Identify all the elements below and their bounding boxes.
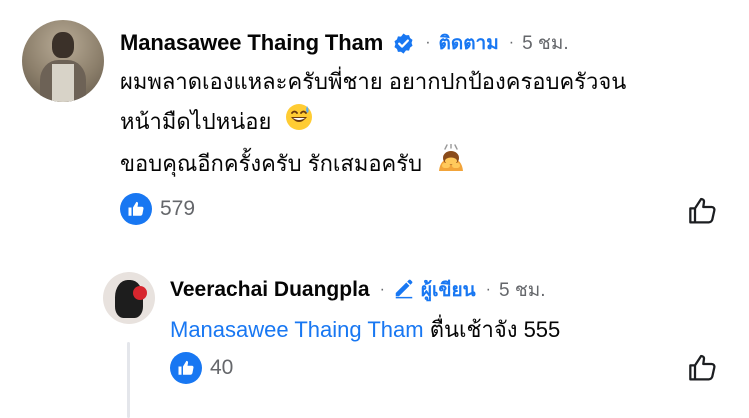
comment-author-name[interactable]: Manasawee Thaing Tham (120, 30, 383, 56)
reply-author-name[interactable]: Veerachai Duangpla (170, 278, 370, 302)
comment-body: ผมพลาดเองแหละครับพี่ชาย อยากปกป้องครอบคร… (120, 62, 720, 185)
like-count: 579 (160, 197, 196, 220)
reply-avatar-accent (133, 286, 147, 300)
avatar-figure-head (52, 32, 74, 58)
bowing-person-emoji-icon (436, 143, 466, 185)
reply-text: ตื่นเช้าจัง 555 (429, 317, 561, 342)
mention-link[interactable]: Manasawee Thaing Tham (170, 317, 424, 342)
like-count: 40 (210, 356, 234, 379)
thumbs-up-reaction-icon (170, 352, 202, 384)
reply-thread-line (127, 342, 130, 418)
sweat-smile-emoji-icon (285, 103, 313, 144)
comment-line-with-emoji: ขอบคุณอีกครั้งครับ รักเสมอครับ (120, 143, 720, 186)
comment-line: ผมพลาดเองแหละครับพี่ชาย อยากปกป้องครอบคร… (120, 69, 627, 94)
separator-dot: · (485, 281, 491, 298)
thumbs-up-reaction-icon (120, 193, 152, 225)
thumbs-up-outline-icon (687, 195, 719, 232)
reply-reaction-summary[interactable]: 40 (170, 352, 233, 384)
comment-line: หน้ามืดไปหน่อย (120, 109, 272, 134)
reply-body: Manasawee Thaing Tham ตื่นเช้าจัง 555 (170, 314, 560, 346)
comments-panel: Manasawee Thaing Tham · ติดตาม · 5 ชม. ผ… (0, 0, 749, 418)
reply-header: Veerachai Duangpla · ผู้เขียน · 5 ชม. (170, 275, 546, 305)
follow-button[interactable]: ติดตาม (439, 28, 499, 58)
comment-line-with-emoji: หน้ามืดไปหน่อย (120, 102, 720, 144)
separator-dot: · (425, 34, 431, 51)
comment-timestamp[interactable]: 5 ชม. (522, 28, 569, 58)
author-badge: ผู้เขียน (393, 275, 476, 305)
avatar-figure-shirt (52, 64, 74, 102)
separator-dot: · (508, 34, 515, 51)
reply-avatar[interactable] (103, 272, 155, 324)
reply-timestamp[interactable]: 5 ชม. (499, 275, 546, 305)
like-button[interactable] (686, 196, 720, 230)
verified-badge-icon (392, 32, 415, 55)
pencil-icon (393, 277, 415, 304)
thumbs-up-outline-icon (687, 352, 719, 389)
comment-line: ขอบคุณอีกครั้งครับ รักเสมอครับ (120, 150, 423, 176)
comment-header: Manasawee Thaing Tham · ติดตาม · 5 ชม. (120, 28, 569, 58)
avatar[interactable] (22, 20, 104, 102)
reply-like-button[interactable] (686, 353, 720, 387)
reaction-summary[interactable]: 579 (120, 193, 195, 225)
author-badge-label: ผู้เขียน (420, 280, 476, 301)
separator-dot: · (379, 281, 385, 298)
